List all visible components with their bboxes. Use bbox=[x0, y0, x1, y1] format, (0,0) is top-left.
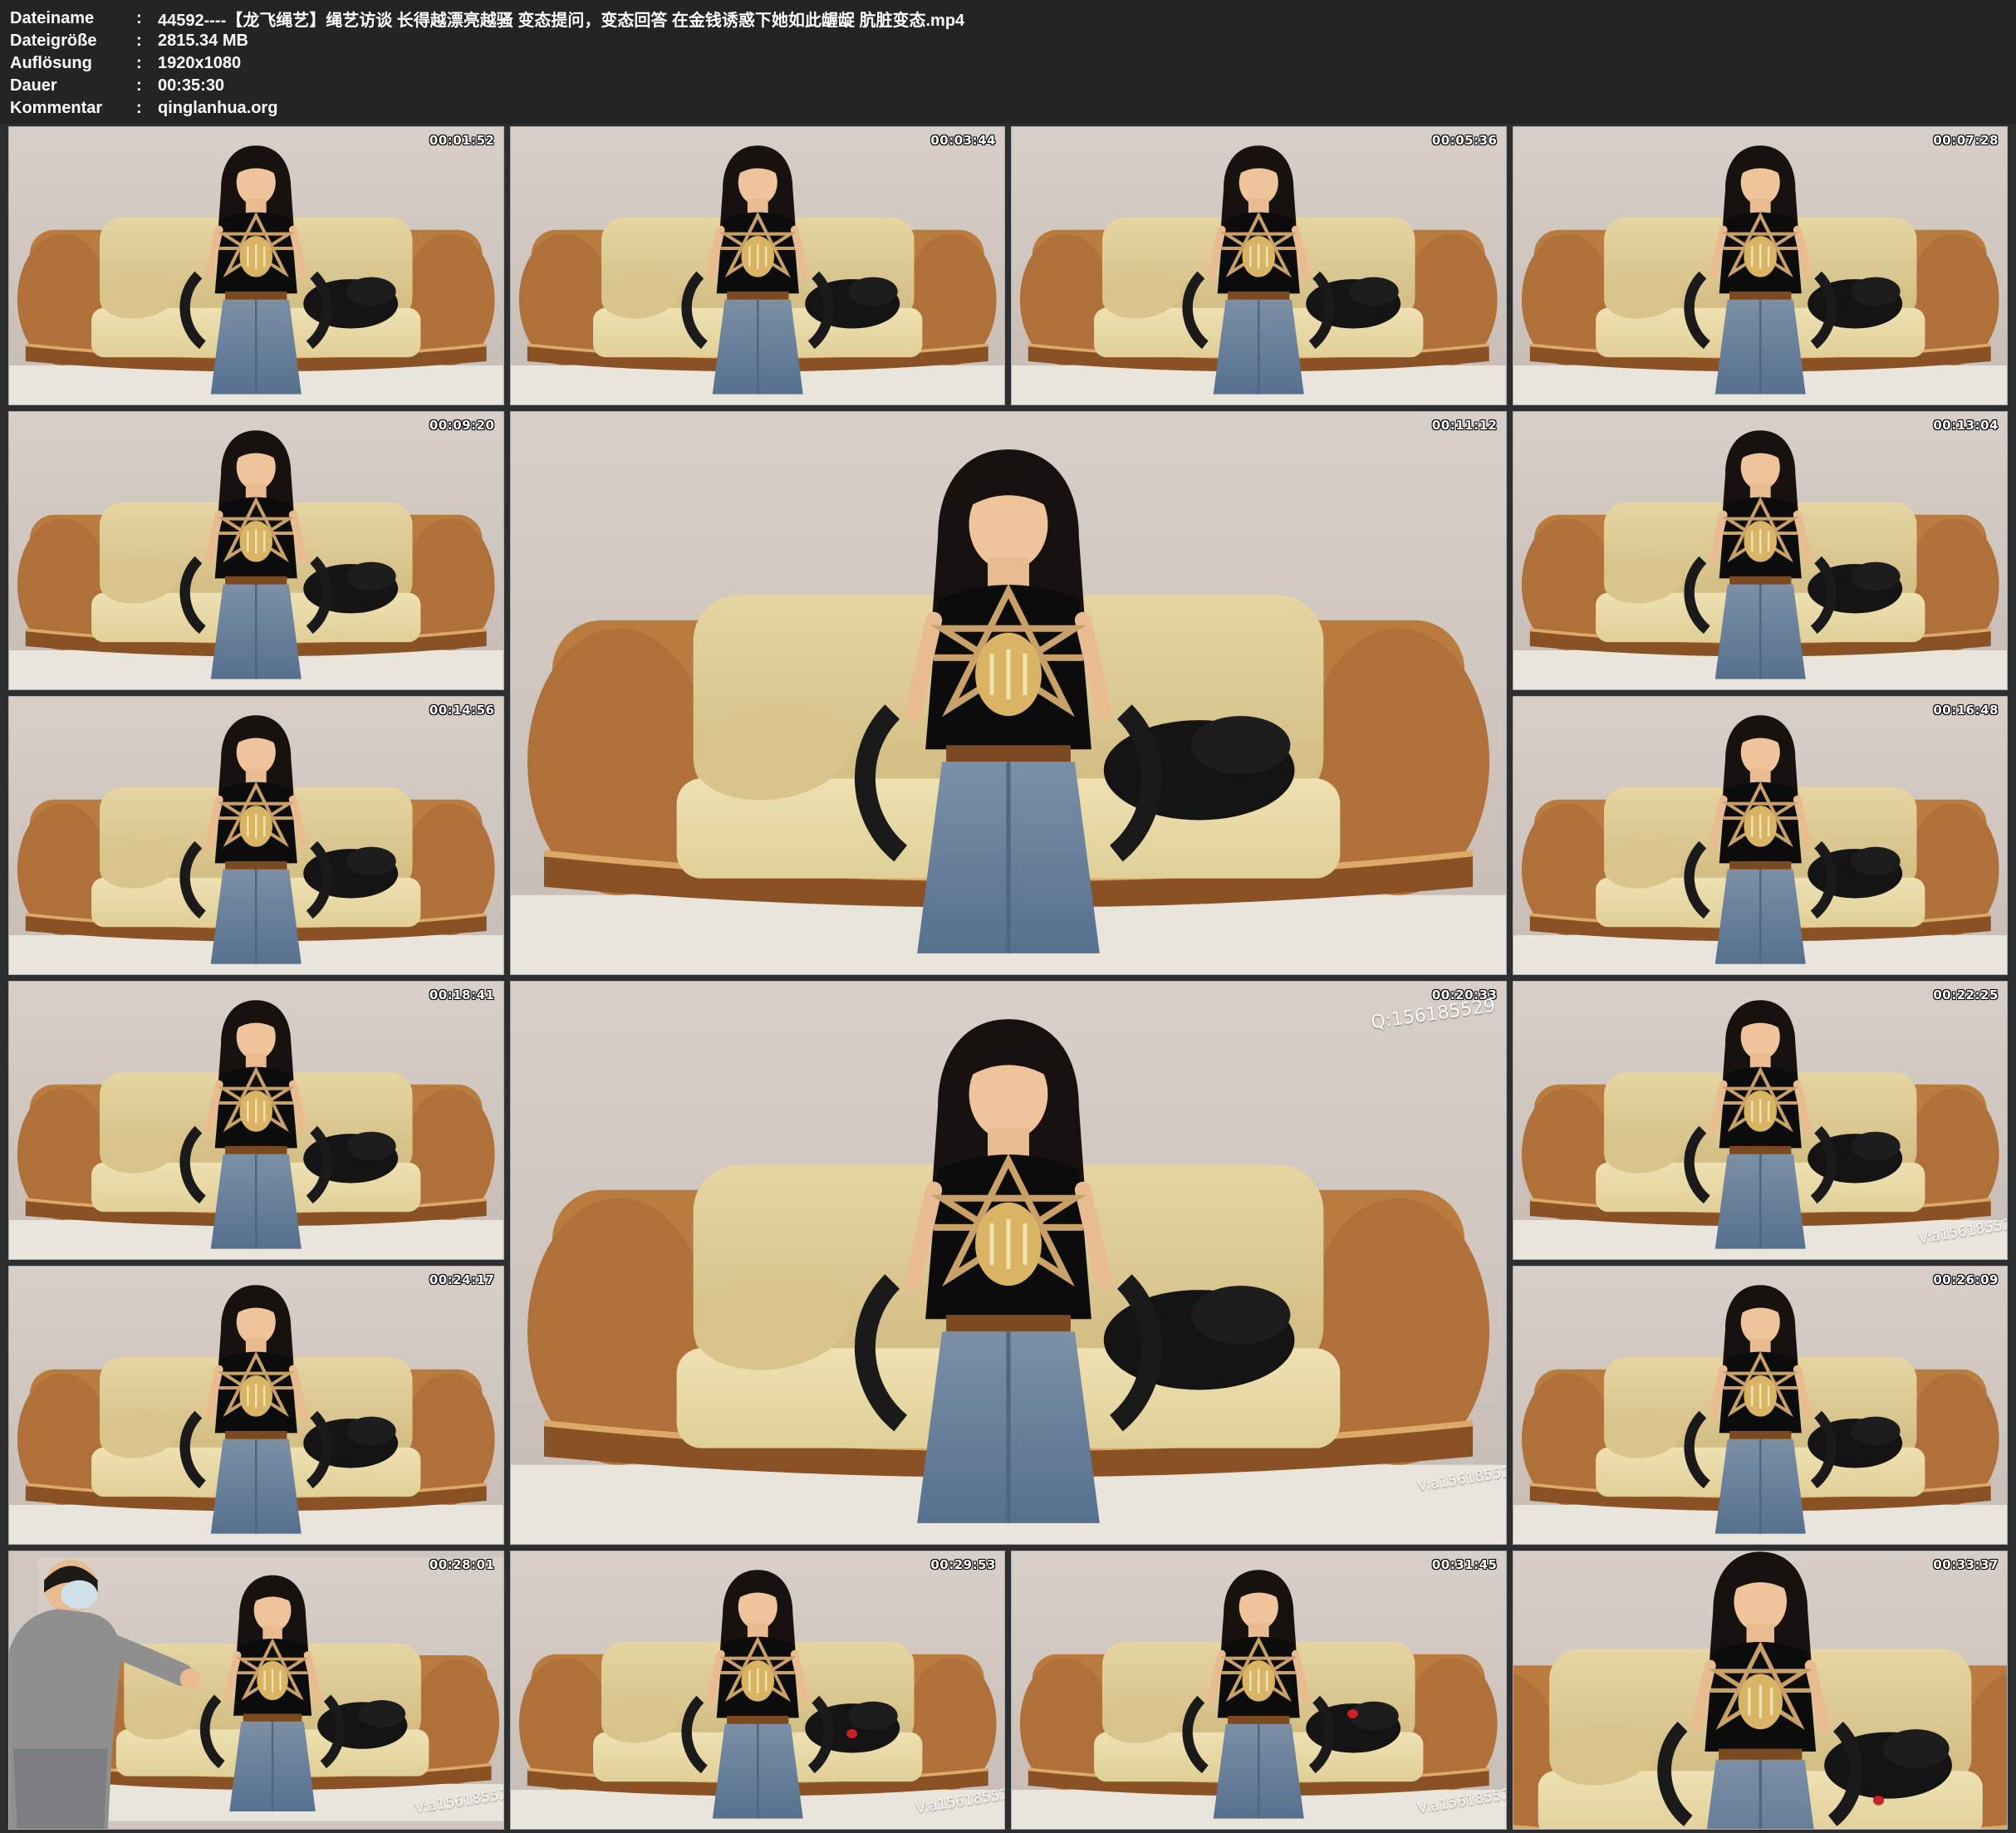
timestamp-overlay: 00:18:41 bbox=[429, 988, 495, 1002]
timestamp-overlay: 00:26:09 bbox=[1933, 1272, 1999, 1287]
timestamp-overlay: 00:07:28 bbox=[1933, 133, 1999, 148]
video-thumbnail: 00:13:04 bbox=[1513, 411, 2009, 690]
thumbnail-image bbox=[9, 1551, 503, 1829]
thumbnail-image bbox=[511, 412, 1506, 974]
thumbnail-image bbox=[9, 1267, 503, 1544]
thumbnail-image bbox=[511, 982, 1506, 1544]
timestamp-overlay: 00:11:12 bbox=[1432, 418, 1498, 433]
comment-value: qinglanhua.org bbox=[158, 99, 277, 118]
video-thumbnail: 00:11:12 bbox=[510, 411, 1507, 975]
thumbnail-image bbox=[1513, 1267, 2008, 1544]
thumbnail-image bbox=[9, 127, 503, 404]
timestamp-overlay: 00:09:20 bbox=[429, 418, 495, 433]
timestamp-overlay: 00:14:56 bbox=[429, 703, 495, 718]
video-thumbnail: 00:01:52 bbox=[8, 126, 504, 405]
thumbnail-image bbox=[1513, 1551, 2008, 1829]
timestamp-overlay: 00:33:37 bbox=[1933, 1557, 1999, 1572]
file-info-row-filename: Dateiname : 44592----【龙飞绳艺】绳艺访谈 长得越漂亮越骚 … bbox=[10, 7, 2016, 30]
field-separator: : bbox=[136, 32, 158, 51]
timestamp-overlay: 00:16:48 bbox=[1933, 703, 1999, 718]
video-thumbnail: 00:22:25 V:a15618552 bbox=[1513, 981, 2009, 1260]
video-thumbnail: 00:07:28 bbox=[1513, 126, 2009, 405]
thumbnail-image bbox=[9, 982, 503, 1259]
field-label: Auflösung bbox=[10, 54, 136, 73]
field-label: Dauer bbox=[10, 76, 136, 96]
video-thumbnail: 00:18:41 bbox=[8, 981, 504, 1260]
thumbnail-image bbox=[511, 127, 1005, 404]
timestamp-overlay: 00:28:01 bbox=[429, 1557, 495, 1572]
video-thumbnail: 00:26:09 bbox=[1513, 1266, 2009, 1545]
resolution-value: 1920x1080 bbox=[158, 54, 241, 73]
thumbnail-image bbox=[1012, 127, 1506, 404]
video-thumbnail: 00:05:36 bbox=[1011, 126, 1507, 405]
field-label: Dateiname bbox=[10, 9, 136, 28]
video-thumbnail: 00:03:44 bbox=[510, 126, 1006, 405]
video-thumbnail: 00:14:56 bbox=[8, 696, 504, 975]
field-label: Kommentar bbox=[10, 99, 136, 118]
thumbnail-image bbox=[1513, 982, 2008, 1259]
field-separator: : bbox=[136, 9, 158, 28]
thumbnail-grid: 00:01:52 00:03:44 00:05:36 00:07:28 00:0… bbox=[0, 124, 2016, 1833]
timestamp-overlay: 00:24:17 bbox=[429, 1272, 495, 1287]
red-rose bbox=[846, 1729, 857, 1738]
video-thumbnail: 00:28:01 V:a15618552 bbox=[8, 1551, 504, 1830]
file-info-header: Dateiname : 44592----【龙飞绳艺】绳艺访谈 长得越漂亮越骚 … bbox=[0, 0, 2016, 124]
video-thumbnail: 00:09:20 bbox=[8, 411, 504, 690]
timestamp-overlay: 00:22:25 bbox=[1933, 988, 1999, 1002]
thumbnail-image bbox=[9, 412, 503, 689]
timestamp-overlay: 00:31:45 bbox=[1432, 1557, 1498, 1572]
video-thumbnail: 00:33:37 bbox=[1513, 1551, 2009, 1830]
field-separator: : bbox=[136, 99, 158, 118]
thumbnail-image bbox=[511, 1551, 1005, 1829]
timestamp-overlay: 00:01:52 bbox=[429, 133, 495, 148]
thumbnail-image bbox=[1513, 697, 2008, 974]
field-separator: : bbox=[136, 54, 158, 73]
duration-value: 00:35:30 bbox=[158, 76, 224, 96]
video-thumbnail: 00:24:17 bbox=[8, 1266, 504, 1545]
timestamp-overlay: 00:29:53 bbox=[930, 1557, 996, 1572]
video-thumbnail: 00:31:45 V:a15618552 bbox=[1011, 1551, 1507, 1830]
field-separator: : bbox=[136, 76, 158, 96]
file-info-row-resolution: Auflösung : 1920x1080 bbox=[10, 52, 2016, 75]
thumbnail-image bbox=[1513, 412, 2008, 689]
filename-value: 44592----【龙飞绳艺】绳艺访谈 长得越漂亮越骚 变态提问，变态回答 在金… bbox=[158, 7, 964, 31]
thumbnail-image bbox=[1012, 1551, 1506, 1829]
field-label: Dateigröße bbox=[10, 32, 136, 51]
thumbnail-image bbox=[1513, 127, 2008, 404]
file-info-row-comment: Kommentar : qinglanhua.org bbox=[10, 97, 2016, 120]
timestamp-overlay: 00:03:44 bbox=[930, 133, 996, 148]
thumbnail-image bbox=[9, 697, 503, 974]
file-info-row-filesize: Dateigröße : 2815.34 MB bbox=[10, 30, 2016, 52]
video-thumbnail: 00:16:48 bbox=[1513, 696, 2009, 975]
filesize-value: 2815.34 MB bbox=[158, 32, 248, 51]
video-thumbnail: 00:20:33 Q:156185529 V:a15618552 bbox=[510, 981, 1507, 1545]
file-info-row-duration: Dauer : 00:35:30 bbox=[10, 75, 2016, 97]
timestamp-overlay: 00:05:36 bbox=[1432, 133, 1498, 148]
video-thumbnail: 00:29:53 V:a15618552 bbox=[510, 1551, 1006, 1830]
timestamp-overlay: 00:13:04 bbox=[1933, 418, 1999, 433]
